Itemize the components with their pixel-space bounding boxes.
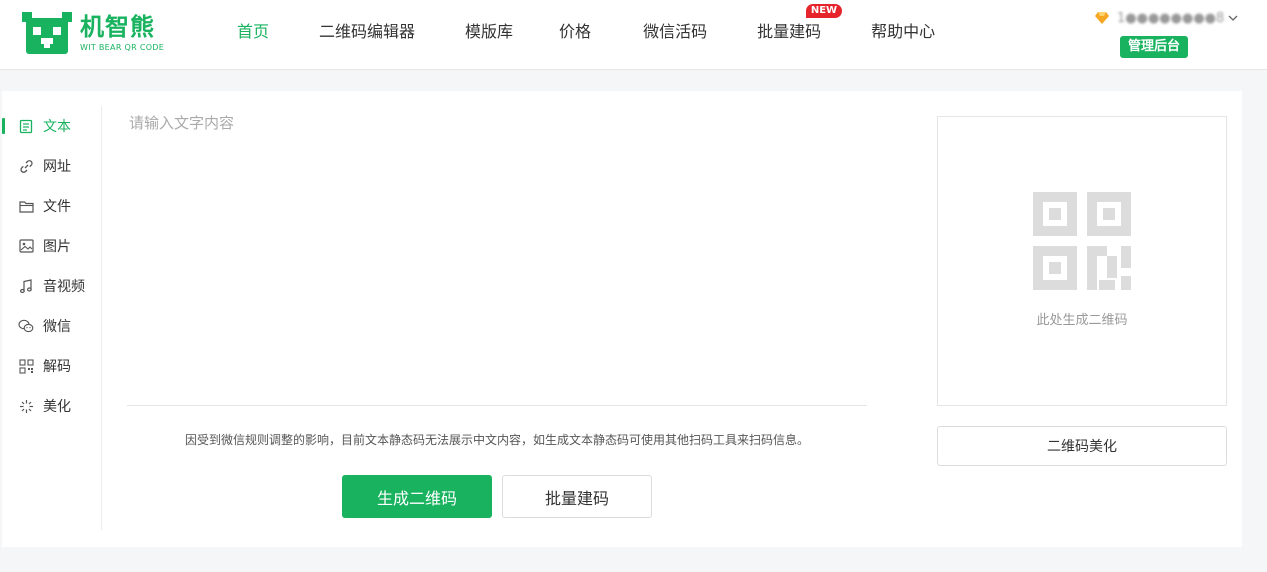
sidebar-item-label: 文件 — [43, 199, 71, 215]
nav-batch-create[interactable]: 批量建码 NEW — [740, 0, 843, 64]
sidebar-item-image[interactable]: 图片 — [2, 226, 101, 266]
sidebar-item-audio-video[interactable]: 音视频 — [2, 266, 101, 306]
grid-icon — [18, 358, 34, 374]
nav-pricing-label: 价格 — [559, 22, 592, 41]
sidebar-item-label: 文本 — [43, 119, 71, 135]
sidebar-item-file[interactable]: 文件 — [2, 186, 101, 226]
sidebar-item-label: 解码 — [43, 359, 71, 375]
nav-batch-create-label: 批量建码 — [757, 22, 822, 41]
user-area: 1●●●●●●●●8 管理后台 — [1095, 8, 1245, 58]
sidebar-item-label: 美化 — [43, 399, 71, 415]
document-icon — [18, 118, 34, 134]
bear-logo-icon — [22, 12, 72, 54]
sidebar-item-label: 微信 — [43, 319, 71, 335]
music-icon — [18, 278, 34, 294]
type-sidebar: 文本 网址 文件 图片 音视频 微信 解码 美化 — [2, 106, 102, 530]
diamond-icon — [1095, 12, 1109, 24]
qr-placeholder-caption: 此处生成二维码 — [1036, 313, 1128, 328]
sidebar-item-wechat[interactable]: 微信 — [2, 306, 101, 346]
sidebar-item-label: 网址 — [43, 159, 71, 175]
main-panel: 文本 网址 文件 图片 音视频 微信 解码 美化 请输入文字内容 因受到微信规则… — [2, 91, 1242, 547]
brand-logo[interactable]: 机智熊 WIT BEAR QR CODE — [20, 8, 180, 58]
sidebar-item-label: 音视频 — [43, 279, 85, 295]
batch-create-button[interactable]: 批量建码 — [502, 475, 652, 518]
image-icon — [18, 238, 34, 254]
chevron-down-icon — [1228, 15, 1238, 21]
qr-beautify-button[interactable]: 二维码美化 — [937, 426, 1227, 466]
nav-help-center[interactable]: 帮助中心 — [854, 0, 952, 64]
link-icon — [18, 158, 34, 174]
generate-qr-button[interactable]: 生成二维码 — [342, 475, 492, 518]
main-nav: 首页 二维码编辑器 模版库 价格 微信活码 批量建码 NEW 帮助中心 — [220, 0, 962, 64]
qr-preview-box: 此处生成二维码 — [937, 116, 1227, 406]
nav-qr-editor[interactable]: 二维码编辑器 — [302, 0, 432, 64]
wechat-icon — [18, 318, 34, 334]
new-badge: NEW — [805, 4, 843, 18]
user-menu[interactable]: 1●●●●●●●●8 — [1095, 8, 1245, 28]
nav-pricing[interactable]: 价格 — [542, 0, 608, 64]
nav-home[interactable]: 首页 — [220, 0, 286, 64]
sidebar-item-text[interactable]: 文本 — [2, 106, 101, 146]
brand-tagline: WIT BEAR QR CODE — [80, 43, 165, 52]
sidebar-item-url[interactable]: 网址 — [2, 146, 101, 186]
text-content-input[interactable] — [127, 106, 867, 406]
nav-wechat-live-code[interactable]: 微信活码 — [626, 0, 724, 64]
nav-home-label: 首页 — [237, 22, 270, 41]
sidebar-item-beautify[interactable]: 美化 — [2, 386, 101, 426]
nav-templates-label: 模版库 — [465, 22, 514, 41]
sparkle-icon — [18, 398, 34, 414]
qr-placeholder-icon — [1033, 192, 1131, 290]
brand-text: 机智熊 WIT BEAR QR CODE — [80, 13, 164, 53]
sidebar-item-decode[interactable]: 解码 — [2, 346, 101, 386]
sidebar-item-label: 图片 — [43, 239, 71, 255]
brand-name: 机智熊 — [80, 13, 155, 41]
nav-wechat-live-code-label: 微信活码 — [643, 22, 708, 41]
user-phone: 1●●●●●●●●8 — [1117, 10, 1225, 26]
nav-help-center-label: 帮助中心 — [871, 22, 936, 41]
folder-icon — [18, 198, 34, 214]
wechat-rule-notice: 因受到微信规则调整的影响，目前文本静态码无法展示中文内容，如生成文本静态码可使用… — [184, 433, 809, 447]
nav-templates[interactable]: 模版库 — [448, 0, 530, 64]
nav-qr-editor-label: 二维码编辑器 — [319, 22, 416, 41]
admin-console-button[interactable]: 管理后台 — [1120, 36, 1189, 58]
top-header: 机智熊 WIT BEAR QR CODE 首页 二维码编辑器 模版库 价格 微信… — [0, 0, 1267, 70]
